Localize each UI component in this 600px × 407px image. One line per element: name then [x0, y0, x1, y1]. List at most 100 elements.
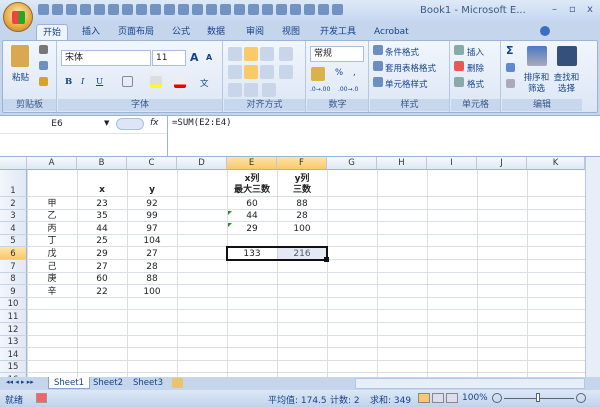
toolbar-icon[interactable]	[178, 4, 189, 15]
cell-B1[interactable]: x	[77, 170, 127, 197]
normal-view-icon[interactable]	[418, 393, 430, 403]
horizontal-scrollbar[interactable]	[355, 378, 585, 389]
phonetic-button[interactable]: 文	[200, 77, 209, 89]
italic-button[interactable]: I	[81, 77, 84, 87]
tab-review[interactable]: 审阅	[240, 24, 270, 41]
tab-formulas[interactable]: 公式	[166, 24, 196, 41]
cell-F1[interactable]: y列 三数	[277, 170, 327, 197]
tab-data[interactable]: 数据	[201, 24, 231, 41]
delete-button[interactable]: 删除	[467, 62, 484, 74]
comma-button[interactable]: ,	[353, 68, 356, 78]
select-all-corner[interactable]	[0, 157, 27, 170]
column-header-J[interactable]: J	[477, 157, 527, 170]
align-left-icon[interactable]	[228, 65, 242, 79]
error-indicator-icon[interactable]	[228, 223, 232, 228]
tab-acrobat[interactable]: Acrobat	[368, 24, 415, 41]
name-box[interactable]: E6	[2, 118, 112, 131]
autosum-button[interactable]: Σ	[506, 44, 514, 57]
cell-C3[interactable]: 99	[127, 210, 177, 223]
increase-indent-icon[interactable]	[244, 83, 258, 97]
toolbar-icon[interactable]	[164, 4, 175, 15]
decrease-decimal-button[interactable]: .00→.0	[338, 86, 358, 93]
tab-view[interactable]: 视图	[276, 24, 306, 41]
align-right-icon[interactable]	[260, 65, 274, 79]
toolbar-icon[interactable]	[94, 4, 105, 15]
cell-B3[interactable]: 35	[77, 210, 127, 223]
vertical-scrollbar[interactable]	[585, 157, 600, 377]
redo-icon[interactable]	[66, 4, 77, 15]
sheet-nav-icon[interactable]: ◂◂ ◂ ▸ ▸▸	[6, 378, 34, 386]
cell-styles-button[interactable]: 单元格样式	[385, 78, 428, 90]
cell-B8[interactable]: 60	[77, 273, 127, 286]
toolbar-icon[interactable]	[318, 4, 329, 15]
insert-button[interactable]: 插入	[467, 46, 484, 58]
column-header-G[interactable]: G	[327, 157, 377, 170]
row-header-6[interactable]: 6	[0, 247, 27, 260]
sheet-tab-1[interactable]: Sheet1	[48, 377, 90, 389]
column-header-F[interactable]: F	[277, 157, 327, 170]
orientation-icon[interactable]	[262, 83, 276, 97]
tab-developer[interactable]: 开发工具	[314, 24, 362, 41]
column-header-I[interactable]: I	[427, 157, 477, 170]
cell-E4[interactable]: 29	[227, 222, 277, 235]
font-size-dropdown[interactable]: 11	[152, 50, 186, 66]
decrease-indent-icon[interactable]	[228, 83, 242, 97]
row-header-15[interactable]: 15	[0, 360, 27, 374]
align-middle-icon[interactable]	[244, 47, 258, 61]
align-center-icon[interactable]	[244, 65, 258, 79]
toolbar-icon[interactable]	[136, 4, 147, 15]
align-bottom-icon[interactable]	[260, 47, 274, 61]
insert-sheet-icon[interactable]	[172, 378, 183, 388]
toolbar-icon[interactable]	[234, 4, 245, 15]
paste-button[interactable]: 粘贴	[12, 71, 29, 83]
bold-button[interactable]: B	[65, 77, 72, 87]
help-icon[interactable]	[540, 26, 550, 36]
spreadsheet-grid[interactable]: ABCDEFGHIJK1234567891011121314151617xyx列…	[0, 157, 585, 377]
error-indicator-icon[interactable]	[228, 210, 232, 215]
column-header-H[interactable]: H	[377, 157, 427, 170]
grow-font-button[interactable]: A	[190, 51, 199, 64]
toolbar-icon[interactable]	[122, 4, 133, 15]
cell-C4[interactable]: 97	[127, 222, 177, 235]
toolbar-icon[interactable]	[248, 4, 259, 15]
cell-C7[interactable]: 28	[127, 260, 177, 273]
cell-B5[interactable]: 25	[77, 235, 127, 248]
close-button[interactable]: x	[587, 4, 593, 15]
zoom-out-icon[interactable]	[492, 393, 502, 403]
merge-center-icon[interactable]	[279, 65, 293, 79]
copy-icon[interactable]	[39, 61, 48, 70]
column-header-B[interactable]: B	[77, 157, 127, 170]
tab-home[interactable]: 开始	[36, 24, 69, 41]
column-header-K[interactable]: K	[527, 157, 585, 170]
cell-A9[interactable]: 辛	[27, 285, 77, 298]
toolbar-icon[interactable]	[304, 4, 315, 15]
cell-C1[interactable]: y	[127, 170, 177, 197]
toolbar-icon[interactable]	[332, 4, 343, 15]
row-header-2[interactable]: 2	[0, 197, 27, 210]
zoom-in-icon[interactable]	[576, 393, 586, 403]
row-header-9[interactable]: 9	[0, 285, 27, 298]
row-header-5[interactable]: 5	[0, 234, 27, 248]
format-button[interactable]: 格式	[467, 78, 484, 90]
cell-B2[interactable]: 23	[77, 197, 127, 210]
cell-C9[interactable]: 100	[127, 285, 177, 298]
page-break-view-icon[interactable]	[446, 393, 458, 403]
insert-function-button[interactable]: fx	[150, 118, 159, 128]
page-layout-view-icon[interactable]	[432, 393, 444, 403]
row-header-3[interactable]: 3	[0, 209, 27, 223]
cell-C2[interactable]: 92	[127, 197, 177, 210]
column-header-E[interactable]: E	[227, 157, 277, 170]
increase-decimal-button[interactable]: .0→.00	[310, 86, 330, 93]
cell-B4[interactable]: 44	[77, 222, 127, 235]
conditional-format-button[interactable]: 条件格式	[385, 46, 419, 58]
font-color-icon[interactable]	[174, 76, 186, 88]
border-icon[interactable]	[122, 76, 133, 87]
sort-filter-button[interactable]: 排序和筛选	[523, 73, 550, 95]
toolbar-icon[interactable]	[206, 4, 217, 15]
cell-C6[interactable]: 27	[127, 247, 177, 260]
macro-record-icon[interactable]	[36, 393, 47, 403]
cell-C8[interactable]: 88	[127, 273, 177, 286]
cell-E3[interactable]: 44	[227, 210, 277, 223]
row-header-11[interactable]: 11	[0, 310, 27, 323]
clear-icon[interactable]	[506, 79, 515, 88]
